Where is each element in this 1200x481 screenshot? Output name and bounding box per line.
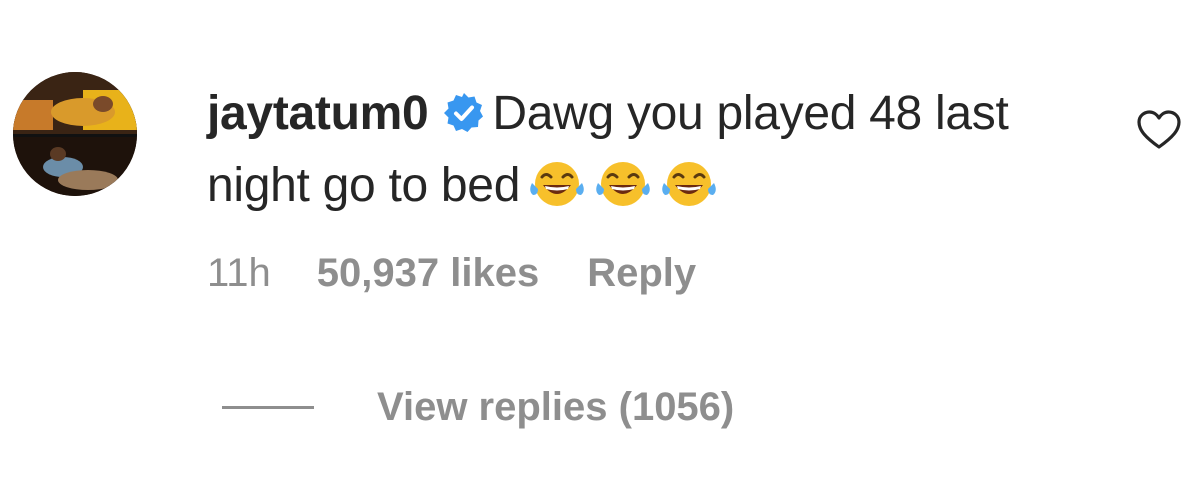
- comment-meta: 11h 50,937 likes Reply: [207, 248, 742, 298]
- view-replies-button[interactable]: View replies (1056): [222, 382, 734, 432]
- face-with-tears-of-joy-icon: [594, 159, 652, 209]
- comment-text-block: jaytatum0 Dawg you played 48 last night …: [207, 78, 1107, 222]
- replies-divider-line: [222, 405, 314, 409]
- avatar-photo: [13, 72, 137, 196]
- avatar[interactable]: [13, 72, 137, 196]
- comment-timestamp[interactable]: 11h: [207, 251, 271, 295]
- comment-username[interactable]: jaytatum0: [207, 87, 429, 140]
- face-with-tears-of-joy-icon: [660, 159, 718, 209]
- reply-button[interactable]: Reply: [587, 251, 696, 295]
- comment: jaytatum0 Dawg you played 48 last night …: [0, 0, 1200, 481]
- face-with-tears-of-joy-icon: [528, 159, 586, 209]
- view-replies-label: View replies (1056): [377, 384, 735, 429]
- like-heart-icon[interactable]: [1135, 106, 1183, 154]
- likes-count[interactable]: 50,937 likes: [317, 251, 539, 295]
- verified-badge-icon: [442, 91, 486, 135]
